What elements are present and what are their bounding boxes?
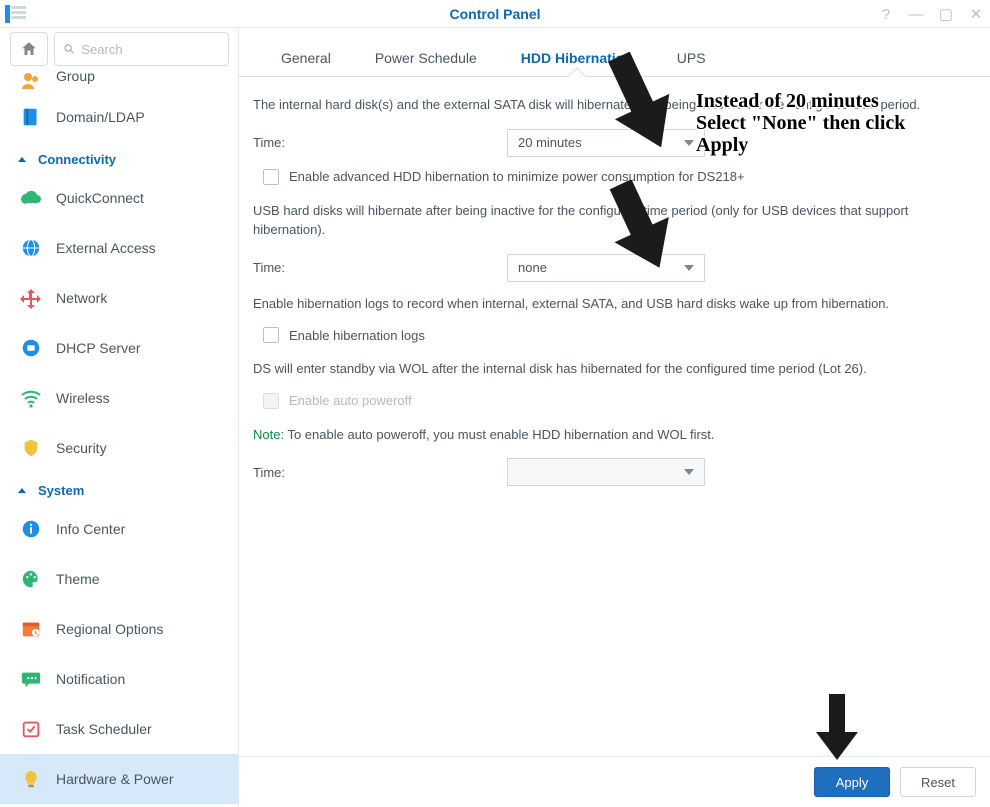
time-select-1-value: 20 minutes bbox=[518, 135, 582, 150]
task-icon bbox=[18, 716, 44, 742]
paragraph-standby: DS will enter standby via WOL after the … bbox=[253, 359, 966, 379]
maximize-icon[interactable]: ▢ bbox=[938, 5, 954, 23]
sidebar-item-theme[interactable]: Theme bbox=[0, 554, 238, 604]
sidebar-item-label: Wireless bbox=[56, 390, 110, 406]
sidebar-section-system[interactable]: System bbox=[0, 473, 238, 504]
sidebar-item-wireless[interactable]: Wireless bbox=[0, 373, 238, 423]
calendar-icon bbox=[18, 616, 44, 642]
time-select-3 bbox=[507, 458, 705, 486]
checkbox-label: Enable advanced HDD hibernation to minim… bbox=[289, 169, 745, 184]
tab-ups[interactable]: UPS bbox=[655, 40, 728, 76]
chat-icon bbox=[18, 666, 44, 692]
window-controls: ? — ▢ ✕ bbox=[878, 0, 984, 28]
bulb-icon bbox=[18, 766, 44, 792]
sidebar-item-notification[interactable]: Notification bbox=[0, 654, 238, 704]
checkbox-advanced-hdd[interactable]: Enable advanced HDD hibernation to minim… bbox=[263, 169, 966, 185]
checkbox-label: Enable auto poweroff bbox=[289, 393, 412, 408]
info-icon bbox=[18, 516, 44, 542]
close-icon[interactable]: ✕ bbox=[968, 5, 984, 23]
sidebar-item-hardware-power[interactable]: Hardware & Power bbox=[0, 754, 238, 804]
time-label-2: Time: bbox=[253, 260, 507, 275]
help-icon[interactable]: ? bbox=[878, 6, 894, 23]
tab-hdd-hibernation[interactable]: HDD Hibernation bbox=[499, 40, 655, 76]
tab-general[interactable]: General bbox=[259, 40, 353, 76]
sidebar-item-dhcp-server[interactable]: DHCP Server bbox=[0, 323, 238, 373]
checkbox-hibernation-logs[interactable]: Enable hibernation logs bbox=[263, 327, 966, 343]
sidebar-item-label: QuickConnect bbox=[56, 190, 144, 206]
pane: The internal hard disk(s) and the extern… bbox=[239, 77, 990, 756]
sidebar-item-network[interactable]: Network bbox=[0, 273, 238, 323]
sidebar-item-label: DHCP Server bbox=[56, 340, 141, 356]
sidebar-item-label: Hardware & Power bbox=[56, 771, 174, 787]
note-rest: To enable auto poweroff, you must enable… bbox=[284, 427, 714, 442]
chevron-down-icon bbox=[684, 140, 694, 146]
sidebar-item-label: Domain/LDAP bbox=[56, 109, 145, 125]
search-input[interactable] bbox=[81, 42, 220, 57]
sidebar-item-external-access[interactable]: External Access bbox=[0, 223, 238, 273]
sidebar-item-regional-options[interactable]: Regional Options bbox=[0, 604, 238, 654]
sidebar-item-label: Task Scheduler bbox=[56, 721, 152, 737]
app-icon bbox=[2, 2, 30, 26]
note-word: Note: bbox=[253, 427, 284, 442]
sidebar-item-group[interactable]: Group bbox=[0, 70, 238, 92]
minimize-icon[interactable]: — bbox=[908, 6, 924, 23]
sidebar-item-label: Notification bbox=[56, 671, 125, 687]
titlebar: Control Panel ? — ▢ ✕ bbox=[0, 0, 990, 28]
sidebar-item-quickconnect[interactable]: QuickConnect bbox=[0, 173, 238, 223]
sidebar: Group Domain/LDAP Connectivity QuickConn… bbox=[0, 28, 239, 807]
chevron-up-icon bbox=[18, 157, 26, 162]
sidebar-item-label: Theme bbox=[56, 571, 100, 587]
annotation-text: Instead of 20 minutes Select "None" then… bbox=[696, 90, 905, 156]
group-icon bbox=[18, 70, 44, 94]
sidebar-section-title: System bbox=[38, 483, 84, 498]
sidebar-item-label: Security bbox=[56, 440, 107, 456]
paragraph-logs: Enable hibernation logs to record when i… bbox=[253, 294, 966, 314]
shield-icon bbox=[18, 435, 44, 461]
globe-icon bbox=[18, 235, 44, 261]
reset-button[interactable]: Reset bbox=[900, 767, 976, 797]
checkbox-icon bbox=[263, 327, 279, 343]
tabs: General Power Schedule HDD Hibernation U… bbox=[239, 28, 990, 77]
apply-button[interactable]: Apply bbox=[814, 767, 890, 797]
palette-icon bbox=[18, 566, 44, 592]
sidebar-item-info-center[interactable]: Info Center bbox=[0, 504, 238, 554]
checkbox-auto-poweroff: Enable auto poweroff bbox=[263, 393, 966, 409]
cloud-icon bbox=[18, 185, 44, 211]
network-icon bbox=[18, 285, 44, 311]
book-icon bbox=[18, 104, 44, 130]
sidebar-item-label: Group bbox=[56, 70, 95, 84]
footer: Apply Reset bbox=[239, 756, 990, 807]
sidebar-item-label: Regional Options bbox=[56, 621, 163, 637]
chevron-up-icon bbox=[18, 488, 26, 493]
checkbox-icon bbox=[263, 393, 279, 409]
chevron-down-icon bbox=[684, 469, 694, 475]
sidebar-item-label: Network bbox=[56, 290, 107, 306]
paragraph-usb-disk: USB hard disks will hibernate after bein… bbox=[253, 201, 966, 240]
time-label-1: Time: bbox=[253, 135, 507, 150]
wifi-icon bbox=[18, 385, 44, 411]
chevron-down-icon bbox=[684, 265, 694, 271]
sidebar-item-task-scheduler[interactable]: Task Scheduler bbox=[0, 704, 238, 754]
search-box[interactable] bbox=[54, 32, 229, 66]
checkbox-icon bbox=[263, 169, 279, 185]
sidebar-item-label: Info Center bbox=[56, 521, 125, 537]
tab-power-schedule[interactable]: Power Schedule bbox=[353, 40, 499, 76]
note: Note: To enable auto poweroff, you must … bbox=[253, 425, 966, 445]
sidebar-section-connectivity[interactable]: Connectivity bbox=[0, 142, 238, 173]
time-select-2[interactable]: none bbox=[507, 254, 705, 282]
sidebar-section-title: Connectivity bbox=[38, 152, 116, 167]
time-select-2-value: none bbox=[518, 260, 547, 275]
search-icon bbox=[63, 42, 75, 56]
window-title: Control Panel bbox=[0, 6, 990, 22]
sidebar-item-security[interactable]: Security bbox=[0, 423, 238, 473]
sidebar-item-label: External Access bbox=[56, 240, 156, 256]
sidebar-item-domain-ldap[interactable]: Domain/LDAP bbox=[0, 92, 238, 142]
time-label-3: Time: bbox=[253, 465, 507, 480]
time-select-1[interactable]: 20 minutes bbox=[507, 129, 705, 157]
dhcp-icon bbox=[18, 335, 44, 361]
checkbox-label: Enable hibernation logs bbox=[289, 328, 425, 343]
home-button[interactable] bbox=[10, 32, 48, 66]
